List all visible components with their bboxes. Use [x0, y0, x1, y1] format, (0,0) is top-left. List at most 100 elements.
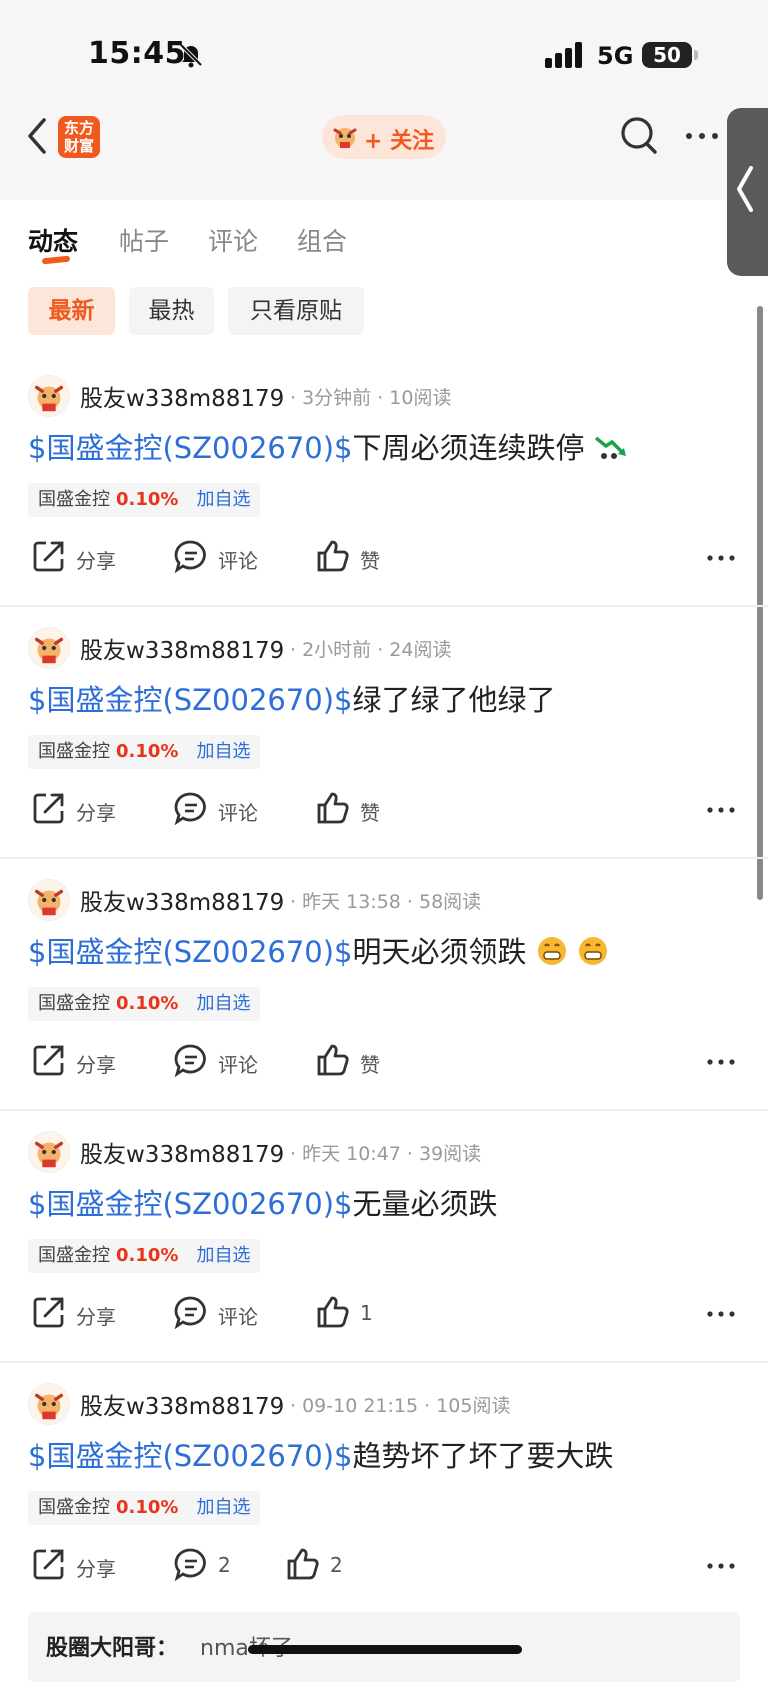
add-watchlist-button[interactable]: 加自选	[196, 1245, 250, 1266]
comment-button[interactable]: 评论	[174, 1041, 274, 1081]
comment-button[interactable]: 评论	[174, 789, 274, 829]
avatar[interactable]	[28, 1383, 70, 1425]
share-label: 分享	[76, 1053, 116, 1077]
follow-button[interactable]: + 关注	[322, 115, 446, 159]
add-watchlist-button[interactable]: 加自选	[196, 741, 250, 762]
avatar[interactable]	[28, 627, 70, 669]
post-meta: · 昨天 10:47 · 39阅读	[290, 1143, 482, 1165]
stock-tag-name: 国盛金控	[38, 741, 110, 762]
share-icon	[33, 1549, 64, 1580]
post-content[interactable]: $国盛金控(SZ002670)$明天必须领跌	[28, 929, 609, 971]
like-button[interactable]: 2	[286, 1545, 366, 1585]
search-icon[interactable]	[620, 116, 658, 156]
comment-icon	[174, 1296, 206, 1329]
signal-icon	[545, 42, 582, 68]
post-content[interactable]: $国盛金控(SZ002670)$下周必须连续跌停	[28, 425, 628, 467]
more-options-icon[interactable]	[684, 126, 720, 146]
back-icon[interactable]	[22, 114, 52, 158]
avatar[interactable]	[28, 1131, 70, 1173]
comment-icon	[174, 540, 206, 573]
stock-link[interactable]: $国盛金控(SZ002670)$	[28, 1187, 353, 1221]
avatar[interactable]	[28, 879, 70, 921]
like-label: 赞	[360, 801, 380, 825]
home-indicator[interactable]	[248, 1645, 522, 1654]
like-button[interactable]: 赞	[316, 789, 406, 829]
like-button[interactable]: 1	[316, 1293, 406, 1333]
stock-tag-change: 0.10%	[116, 741, 179, 762]
post-item[interactable]: 股友w338m88179 · 3分钟前 · 10阅读 $国盛金控(SZ00267…	[0, 355, 768, 607]
tab-comments[interactable]: 评论	[208, 222, 258, 258]
stock-tag-name: 国盛金控	[38, 1497, 110, 1518]
stock-tag[interactable]: 国盛金控 0.10% 加自选	[28, 987, 261, 1021]
battery-tip	[694, 50, 698, 60]
stock-tag-change: 0.10%	[116, 1245, 179, 1266]
stock-tag-change: 0.10%	[116, 1497, 179, 1518]
comment-icon	[174, 1044, 206, 1077]
post-username[interactable]: 股友w338m88179	[80, 1387, 284, 1421]
stock-tag[interactable]: 国盛金控 0.10% 加自选	[28, 1491, 261, 1525]
post-item[interactable]: 股友w338m88179 · 昨天 10:47 · 39阅读 $国盛金控(SZ0…	[0, 1111, 768, 1363]
share-label: 分享	[76, 1557, 116, 1581]
post-content[interactable]: $国盛金控(SZ002670)$趋势坏了坏了要大跌	[28, 1433, 614, 1475]
stock-tag[interactable]: 国盛金控 0.10% 加自选	[28, 735, 261, 769]
stock-link[interactable]: $国盛金控(SZ002670)$	[28, 431, 353, 465]
stock-tag-name: 国盛金控	[38, 1245, 110, 1266]
status-bar: 15:45 5G 50	[0, 0, 768, 110]
more-icon[interactable]	[706, 1309, 736, 1319]
post-content[interactable]: $国盛金控(SZ002670)$无量必须跌	[28, 1181, 498, 1223]
share-button[interactable]: 分享	[32, 1545, 132, 1585]
post-username[interactable]: 股友w338m88179	[80, 379, 284, 413]
add-watchlist-button[interactable]: 加自选	[196, 489, 250, 510]
comment-label: 评论	[218, 549, 258, 573]
filter-hot[interactable]: 最热	[129, 287, 214, 335]
stock-tag[interactable]: 国盛金控 0.10% 加自选	[28, 1239, 261, 1273]
share-button[interactable]: 分享	[32, 1041, 132, 1081]
post-text: 趋势坏了坏了要大跌	[352, 1439, 614, 1473]
post-username[interactable]: 股友w338m88179	[80, 631, 284, 665]
app-logo: 东方财富	[58, 116, 100, 158]
stock-tag-name: 国盛金控	[38, 489, 110, 510]
more-icon[interactable]	[706, 805, 736, 815]
more-icon[interactable]	[706, 1561, 736, 1571]
share-button[interactable]: 分享	[32, 1293, 132, 1333]
share-label: 分享	[76, 801, 116, 825]
like-button[interactable]: 赞	[316, 1041, 406, 1081]
stock-tag-change: 0.10%	[116, 993, 179, 1014]
post-item[interactable]: 股友w338m88179 · 09-10 21:15 · 105阅读 $国盛金控…	[0, 1363, 768, 1615]
share-label: 分享	[76, 1305, 116, 1329]
tab-dynamic[interactable]: 动态	[28, 222, 78, 258]
share-button[interactable]: 分享	[32, 537, 132, 577]
comment-label: 评论	[218, 1305, 258, 1329]
post-meta: · 09-10 21:15 · 105阅读	[290, 1395, 511, 1417]
add-watchlist-button[interactable]: 加自选	[196, 1497, 250, 1518]
stock-tag-change: 0.10%	[116, 489, 179, 510]
stock-link[interactable]: $国盛金控(SZ002670)$	[28, 1439, 353, 1473]
comment-button[interactable]: 评论	[174, 537, 274, 577]
more-icon[interactable]	[706, 553, 736, 563]
stock-tag[interactable]: 国盛金控 0.10% 加自选	[28, 483, 261, 517]
user-avatar-icon	[333, 128, 357, 148]
stock-tag-name: 国盛金控	[38, 993, 110, 1014]
post-username[interactable]: 股友w338m88179	[80, 1135, 284, 1169]
comment-label: 评论	[218, 801, 258, 825]
tab-posts[interactable]: 帖子	[119, 222, 169, 258]
filter-latest[interactable]: 最新	[28, 287, 115, 335]
comment-button[interactable]: 2	[174, 1545, 254, 1585]
comment-button[interactable]: 评论	[174, 1293, 274, 1333]
post-content[interactable]: $国盛金控(SZ002670)$绿了绿了他绿了	[28, 677, 556, 719]
more-icon[interactable]	[706, 1057, 736, 1067]
filter-original-only[interactable]: 只看原贴	[228, 287, 364, 335]
add-watchlist-button[interactable]: 加自选	[196, 993, 250, 1014]
post-item[interactable]: 股友w338m88179 · 昨天 13:58 · 58阅读 $国盛金控(SZ0…	[0, 859, 768, 1111]
like-count: 2	[330, 1553, 343, 1577]
reply-author[interactable]: 股圈大阳哥：	[46, 1630, 178, 1662]
share-button[interactable]: 分享	[32, 789, 132, 829]
stock-link[interactable]: $国盛金控(SZ002670)$	[28, 935, 353, 969]
like-button[interactable]: 赞	[316, 537, 406, 577]
stock-link[interactable]: $国盛金控(SZ002670)$	[28, 683, 353, 717]
post-item[interactable]: 股友w338m88179 · 2小时前 · 24阅读 $国盛金控(SZ00267…	[0, 607, 768, 859]
post-username[interactable]: 股友w338m88179	[80, 883, 284, 917]
tab-portfolio[interactable]: 组合	[297, 222, 347, 258]
avatar[interactable]	[28, 375, 70, 417]
post-text: 绿了绿了他绿了	[352, 683, 556, 717]
